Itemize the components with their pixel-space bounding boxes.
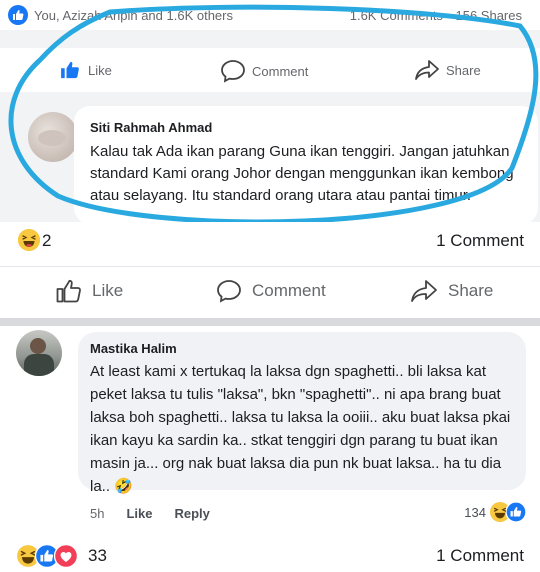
like-icon	[506, 502, 526, 522]
share-icon	[415, 60, 439, 80]
comment-time[interactable]: 5h	[90, 506, 104, 521]
quoted-comment-button[interactable]: Comment	[220, 59, 308, 83]
quoted-like-button[interactable]: Like	[60, 61, 112, 79]
comment-author[interactable]: Mastika Halim	[90, 341, 512, 356]
post-action-bar: Like Comment Share	[0, 266, 540, 316]
comment-bubble: Mastika Halim At least kami x tertukaq l…	[78, 332, 526, 495]
reaction-count[interactable]: 2	[42, 231, 51, 251]
comment-meta: 5h Like Reply	[90, 506, 210, 521]
comment-count[interactable]: 1 Comment	[436, 231, 524, 251]
comment-text: Kalau tak Ada ikan parang Guna ikan teng…	[90, 143, 514, 204]
shares-count[interactable]: 156 Shares	[456, 8, 523, 23]
share-icon	[411, 280, 437, 302]
like-icon	[8, 5, 28, 25]
post-reaction-summary[interactable]: You, Azizah Aripin and 1.6K others 1.6K …	[0, 0, 540, 30]
comment-reply-button[interactable]: Reply	[174, 506, 209, 521]
quoted-share-button[interactable]: Share	[414, 59, 481, 81]
reaction-icons[interactable]	[16, 544, 78, 568]
comment-author[interactable]: Siti Rahmah Ahmad	[90, 120, 526, 135]
comment-reaction-count: 134	[464, 504, 486, 520]
quoted-action-bar: Like Comment Share	[0, 48, 540, 92]
share-button[interactable]: Share	[410, 279, 493, 303]
reactors-text[interactable]: You, Azizah Aripin and 1.6K others	[34, 8, 233, 23]
section-divider	[0, 318, 540, 326]
comment-count[interactable]: 1 Comment	[436, 546, 524, 566]
quoted-post-screenshot: You, Azizah Aripin and 1.6K others 1.6K …	[0, 0, 540, 222]
comment-label: Comment	[252, 281, 326, 300]
comment-text: At least kami x tertukaq la laksa dgn sp…	[90, 363, 511, 495]
love-icon	[54, 544, 78, 568]
comment-icon	[221, 60, 245, 83]
comments-count[interactable]: 1.6K Comments	[350, 8, 443, 23]
comment-bubble: Siti Rahmah Ahmad Kalau tak Ada ikan par…	[74, 106, 538, 222]
comment-like-button[interactable]: Like	[126, 506, 152, 521]
comment-button[interactable]: Comment	[216, 279, 326, 303]
like-button[interactable]: Like	[56, 279, 123, 303]
comment-label: Comment	[252, 63, 309, 79]
bottom-reaction-bar: 33 1 Comment	[0, 538, 540, 572]
reaction-count[interactable]: 33	[88, 546, 107, 566]
comment-reactions[interactable]: 134	[464, 502, 526, 522]
avatar[interactable]	[28, 112, 78, 162]
like-icon	[61, 61, 79, 79]
share-label: Share	[448, 281, 494, 300]
haha-icon	[18, 229, 40, 251]
like-label: Like	[88, 62, 112, 78]
avatar[interactable]	[16, 330, 62, 376]
post-reaction-summary-bar: 2 1 Comment	[0, 222, 540, 258]
like-icon	[56, 279, 81, 303]
comment-icon	[217, 280, 241, 303]
share-label: Share	[446, 62, 481, 78]
like-label: Like	[92, 281, 124, 300]
